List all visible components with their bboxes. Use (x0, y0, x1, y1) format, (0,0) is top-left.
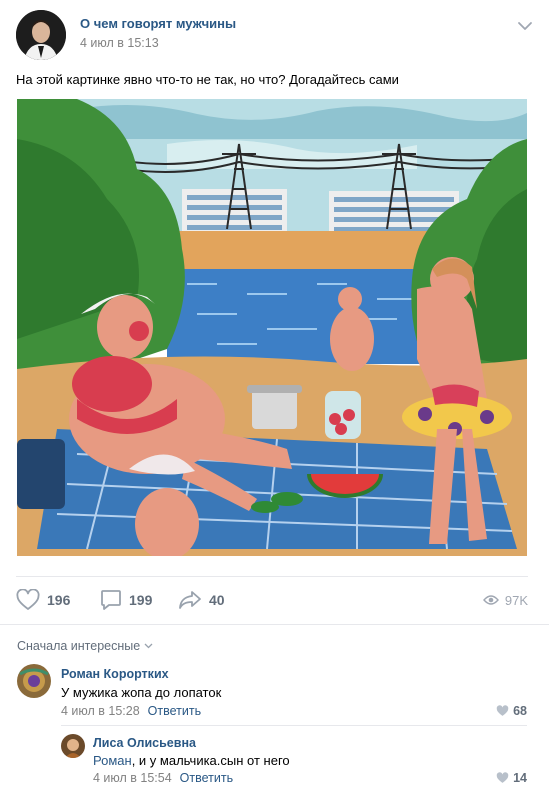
comment-date[interactable]: 4 июл в 15:54 (93, 771, 172, 785)
comment-text-body: , и у мальчика.сын от него (131, 753, 290, 768)
comment-author-avatar[interactable] (61, 734, 85, 758)
divider (0, 624, 549, 625)
chevron-down-icon (144, 643, 153, 649)
comment-text: Роман, и у мальчика.сын от него (93, 753, 290, 768)
views-count: 97K (504, 592, 528, 608)
divider (61, 725, 527, 726)
post-date[interactable]: 4 июл в 15:13 (80, 36, 159, 50)
heart-icon (16, 589, 40, 610)
comment-item: Роман Корортких У мужика жопа до лопаток… (17, 664, 527, 724)
heart-icon (496, 705, 509, 716)
comment-author-link[interactable]: Роман Корортких (61, 667, 169, 681)
share-button[interactable]: 40 (178, 588, 225, 612)
comment-author-link[interactable]: Лиса Олисьевна (93, 736, 196, 750)
reply-button[interactable]: Ответить (148, 704, 201, 718)
like-button[interactable]: 196 (16, 588, 70, 612)
comment-like-button[interactable]: 68 (496, 704, 527, 718)
post-action-bar: 196 199 40 97K (16, 588, 528, 612)
comment-count: 199 (129, 592, 153, 608)
like-count: 196 (47, 592, 71, 608)
heart-icon (496, 772, 509, 783)
comment-meta: 4 июл в 15:54 Ответить (93, 771, 233, 785)
group-name-link[interactable]: О чем говорят мужчины (80, 16, 236, 31)
divider (16, 576, 528, 577)
comment-item-reply: Лиса Олисьевна Роман, и у мальчика.сын о… (61, 734, 527, 790)
reply-button[interactable]: Ответить (180, 771, 233, 785)
chevron-down-icon[interactable] (517, 18, 533, 34)
sort-label: Сначала интересные (17, 639, 141, 653)
comment-meta: 4 июл в 15:28 Ответить (61, 704, 201, 718)
comment-date[interactable]: 4 июл в 15:28 (61, 704, 140, 718)
comment-like-count: 68 (513, 704, 527, 718)
comment-text: У мужика жопа до лопаток (61, 685, 222, 700)
comment-like-button[interactable]: 14 (496, 771, 527, 785)
comment-icon (101, 590, 121, 610)
views-counter: 97K (482, 588, 528, 612)
share-arrow-icon (179, 591, 201, 609)
group-avatar[interactable] (16, 10, 66, 60)
comments-sort-dropdown[interactable]: Сначала интересные (17, 639, 153, 653)
comment-author-avatar[interactable] (17, 664, 51, 698)
post-text: На этой картинке явно что-то не так, но … (16, 72, 399, 87)
mention-link[interactable]: Роман (93, 753, 132, 768)
share-count: 40 (209, 592, 225, 608)
eye-icon (482, 595, 499, 605)
post-header: О чем говорят мужчины 4 июл в 15:13 (16, 10, 533, 60)
post-image[interactable] (17, 99, 527, 556)
comment-like-count: 14 (513, 771, 527, 785)
comment-button[interactable]: 199 (100, 588, 152, 612)
